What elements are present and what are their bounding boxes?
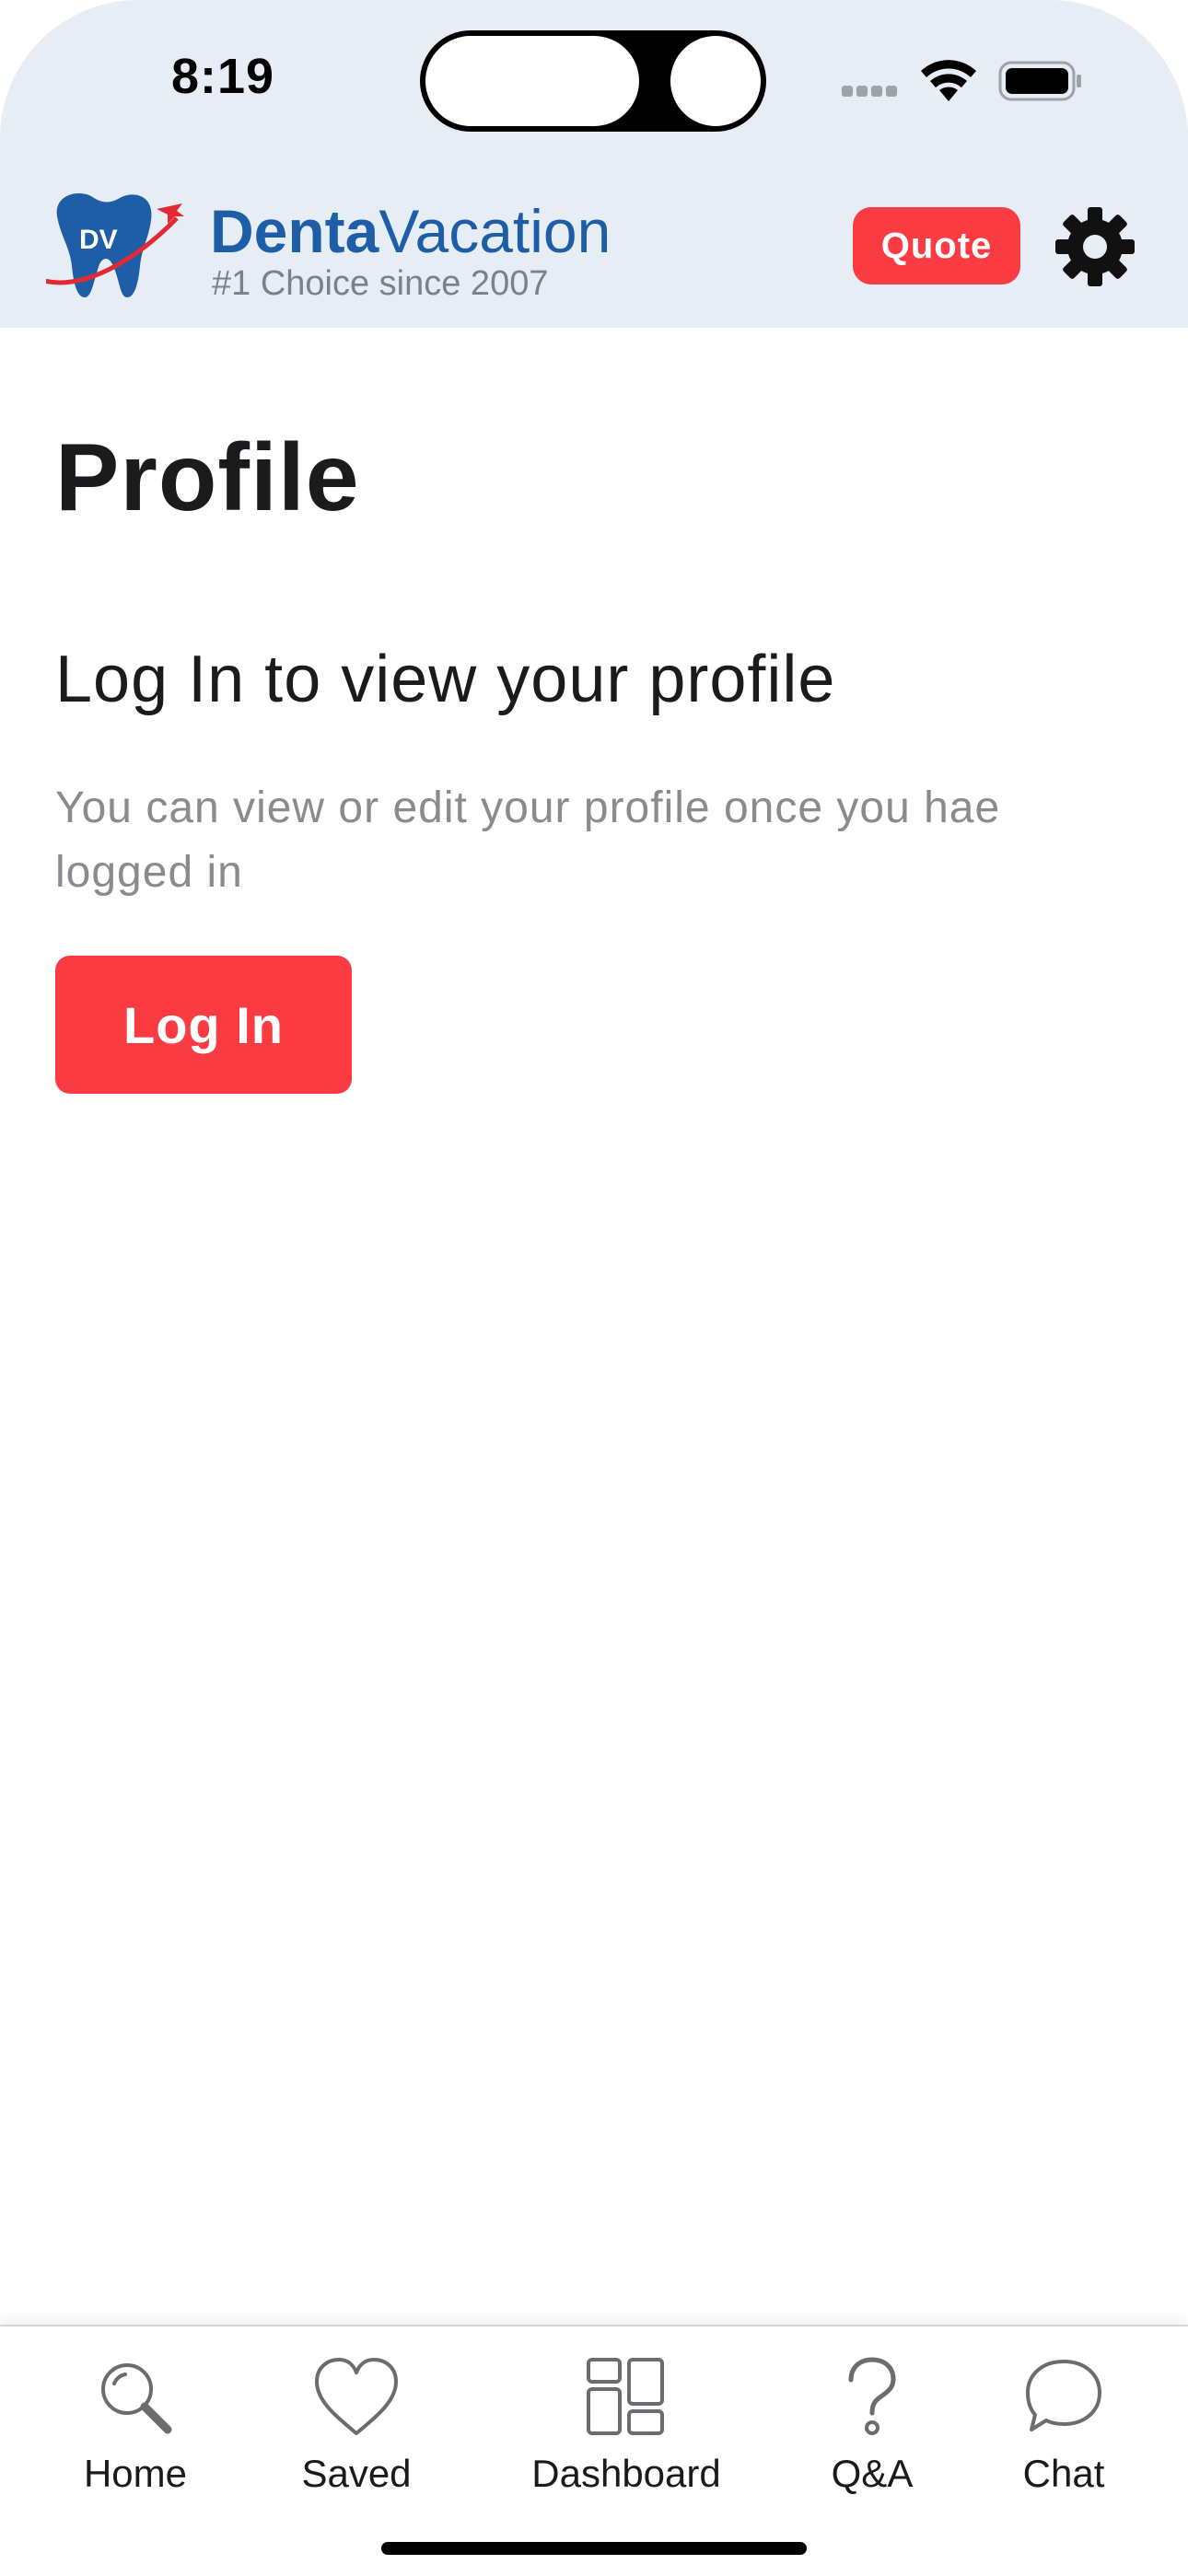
tab-saved-label: Saved bbox=[301, 2452, 412, 2495]
log-in-button[interactable]: Log In bbox=[55, 956, 352, 1094]
login-heading: Log In to view your profile bbox=[55, 643, 836, 716]
brand-name: DentaVacation bbox=[210, 196, 611, 266]
brand-name-light: Vacation bbox=[379, 197, 611, 265]
chat-bubble-icon bbox=[1026, 2360, 1101, 2431]
brand-tagline: #1 Choice since 2007 bbox=[212, 264, 549, 303]
dashboard-icon bbox=[587, 2358, 664, 2435]
page-title: Profile bbox=[55, 424, 360, 531]
home-indicator[interactable] bbox=[381, 2542, 807, 2555]
tab-qa-label: Q&A bbox=[831, 2452, 914, 2495]
heart-icon bbox=[315, 2358, 398, 2435]
question-icon bbox=[848, 2357, 896, 2435]
login-description: You can view or edit your profile once y… bbox=[55, 783, 1001, 897]
island-dot bbox=[670, 36, 761, 126]
dynamic-island bbox=[420, 30, 766, 132]
tab-home-label: Home bbox=[83, 2452, 188, 2495]
tab-home[interactable]: Home bbox=[76, 2356, 195, 2512]
cellular-signal-icon bbox=[842, 85, 906, 98]
gear-icon[interactable] bbox=[1055, 207, 1135, 286]
tab-chat-label: Chat bbox=[1022, 2452, 1105, 2495]
quote-button[interactable]: Quote bbox=[853, 207, 1020, 284]
brand-name-bold: Denta bbox=[210, 197, 379, 265]
logo-text: DV bbox=[79, 225, 118, 255]
bottom-tab-bar: Home Saved Dashboard Q&A Chat bbox=[0, 2325, 1188, 2576]
wifi-icon bbox=[921, 60, 976, 101]
tab-dashboard[interactable]: Dashboard bbox=[525, 2356, 728, 2512]
status-time: 8:19 bbox=[171, 49, 275, 104]
battery-icon bbox=[998, 61, 1081, 101]
tab-dashboard-label: Dashboard bbox=[531, 2452, 721, 2495]
search-icon bbox=[101, 2363, 172, 2434]
brand-logo-block[interactable]: DV DentaVacation #1 Choice since 2007 bbox=[46, 189, 645, 308]
tab-saved[interactable]: Saved bbox=[292, 2356, 421, 2512]
app-header: 8:19 DV DentaVacation #1 Choice since 20… bbox=[0, 0, 1188, 328]
island-pill bbox=[425, 36, 639, 126]
tab-chat[interactable]: Chat bbox=[1018, 2356, 1110, 2512]
tooth-plane-logo-icon: DV bbox=[46, 192, 184, 297]
tab-qa[interactable]: Q&A bbox=[821, 2356, 923, 2512]
